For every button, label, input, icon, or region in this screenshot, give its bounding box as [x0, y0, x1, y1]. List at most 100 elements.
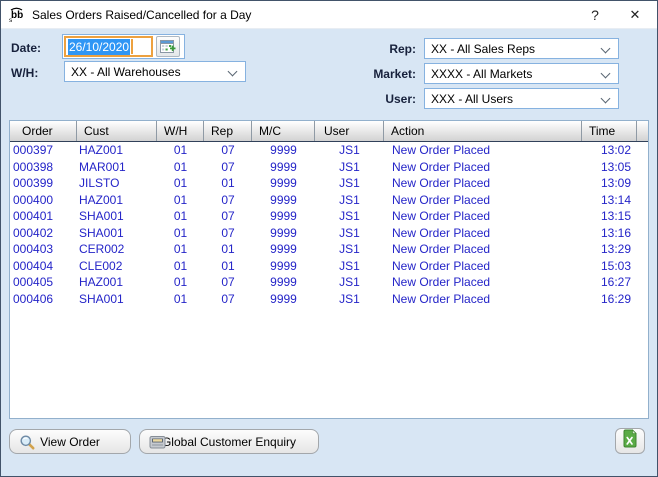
title-bar: bb s Sales Orders Raised/Cancelled for a…: [1, 1, 657, 29]
mc-cell: 9999: [252, 274, 315, 291]
date-field-wrap: 26/10/2020: [62, 34, 185, 59]
user-cell: JS1: [315, 258, 384, 275]
table-row[interactable]: 000405HAZ00101079999JS1New Order Placed1…: [10, 274, 648, 291]
wh-cell: 01: [157, 159, 204, 176]
table-row[interactable]: 000403CER00201019999JS1New Order Placed1…: [10, 241, 648, 258]
wh-cell: 01: [157, 192, 204, 209]
market-select[interactable]: XXXX - All Markets: [424, 63, 619, 84]
row-spacer: [637, 159, 648, 176]
rep-select[interactable]: XX - All Sales Reps: [424, 38, 619, 59]
warehouse-value: XX - All Warehouses: [71, 65, 181, 79]
column-header-mc[interactable]: M/C: [252, 121, 315, 141]
date-value: 26/10/2020: [68, 39, 130, 55]
close-button[interactable]: ✕: [615, 1, 655, 29]
action-cell: New Order Placed: [384, 258, 582, 275]
mc-cell: 9999: [252, 241, 315, 258]
order-cell: 000400: [10, 192, 77, 209]
wh-cell: 01: [157, 258, 204, 275]
order-cell: 000401: [10, 208, 77, 225]
cust-cell: JILSTO: [77, 175, 157, 192]
table-row[interactable]: 000398MAR00101079999JS1New Order Placed1…: [10, 159, 648, 176]
window-title: Sales Orders Raised/Cancelled for a Day: [32, 8, 251, 22]
wh-cell: 01: [157, 225, 204, 242]
column-header-rep[interactable]: Rep: [204, 121, 252, 141]
market-value: XXXX - All Markets: [431, 67, 532, 81]
date-input[interactable]: 26/10/2020: [64, 36, 153, 57]
row-spacer: [637, 175, 648, 192]
user-cell: JS1: [315, 241, 384, 258]
row-spacer: [637, 274, 648, 291]
view-order-label: View Order: [40, 435, 100, 449]
action-cell: New Order Placed: [384, 241, 582, 258]
rep-cell: 07: [204, 208, 252, 225]
chevron-down-icon: [601, 44, 611, 54]
text-caret: [131, 39, 133, 54]
view-order-button[interactable]: View Order: [9, 429, 131, 454]
time-cell: 13:15: [582, 208, 637, 225]
global-customer-enquiry-label: Global Customer Enquiry: [162, 435, 296, 449]
help-button[interactable]: ?: [575, 1, 615, 29]
order-cell: 000399: [10, 175, 77, 192]
row-spacer: [637, 241, 648, 258]
column-header-cust[interactable]: Cust: [77, 121, 157, 141]
column-header-action[interactable]: Action: [384, 121, 582, 141]
user-cell: JS1: [315, 192, 384, 209]
time-cell: 13:14: [582, 192, 637, 209]
rep-value: XX - All Sales Reps: [431, 42, 535, 56]
time-cell: 13:16: [582, 225, 637, 242]
rep-cell: 07: [204, 274, 252, 291]
time-cell: 15:03: [582, 258, 637, 275]
global-customer-enquiry-button[interactable]: Global Customer Enquiry: [139, 429, 319, 454]
order-cell: 000402: [10, 225, 77, 242]
table-row[interactable]: 000406SHA00101079999JS1New Order Placed1…: [10, 291, 648, 308]
cust-cell: HAZ001: [77, 274, 157, 291]
excel-file-icon: [621, 429, 639, 453]
table-row[interactable]: 000401SHA00101079999JS1New Order Placed1…: [10, 208, 648, 225]
mc-cell: 9999: [252, 192, 315, 209]
action-cell: New Order Placed: [384, 208, 582, 225]
table-row[interactable]: 000399JILSTO01019999JS1New Order Placed1…: [10, 175, 648, 192]
mc-cell: 9999: [252, 208, 315, 225]
orders-table: OrderCustW/HRepM/CUserActionTime 000397H…: [9, 120, 649, 419]
calendar-button[interactable]: [156, 36, 180, 57]
wh-cell: 01: [157, 241, 204, 258]
order-cell: 000406: [10, 291, 77, 308]
table-header: OrderCustW/HRepM/CUserActionTime: [10, 121, 648, 142]
action-cell: New Order Placed: [384, 225, 582, 242]
user-cell: JS1: [315, 208, 384, 225]
user-label: User:: [358, 92, 416, 106]
warehouse-select[interactable]: XX - All Warehouses: [64, 61, 246, 82]
rep-cell: 07: [204, 225, 252, 242]
table-row[interactable]: 000402SHA00101079999JS1New Order Placed1…: [10, 225, 648, 242]
column-header-time[interactable]: Time: [582, 121, 637, 141]
order-cell: 000403: [10, 241, 77, 258]
user-value: XXX - All Users: [431, 92, 513, 106]
row-spacer: [637, 225, 648, 242]
rep-cell: 07: [204, 159, 252, 176]
user-cell: JS1: [315, 159, 384, 176]
order-cell: 000405: [10, 274, 77, 291]
time-cell: 13:05: [582, 159, 637, 176]
user-select[interactable]: XXX - All Users: [424, 88, 619, 109]
action-cell: New Order Placed: [384, 175, 582, 192]
table-row[interactable]: 000404CLE00201019999JS1New Order Placed1…: [10, 258, 648, 275]
wh-cell: 01: [157, 142, 204, 159]
user-cell: JS1: [315, 225, 384, 242]
export-to-excel-button[interactable]: [615, 428, 645, 454]
rep-cell: 01: [204, 258, 252, 275]
mc-cell: 9999: [252, 225, 315, 242]
rep-label: Rep:: [358, 42, 416, 56]
chevron-down-icon: [601, 69, 611, 79]
column-header-user[interactable]: User: [315, 121, 384, 141]
time-cell: 16:27: [582, 274, 637, 291]
row-spacer: [637, 192, 648, 209]
table-row[interactable]: 000397HAZ00101079999JS1New Order Placed1…: [10, 142, 648, 159]
time-cell: 13:09: [582, 175, 637, 192]
mc-cell: 9999: [252, 142, 315, 159]
rep-cell: 01: [204, 241, 252, 258]
rep-cell: 07: [204, 192, 252, 209]
row-spacer: [637, 258, 648, 275]
column-header-order[interactable]: Order: [10, 121, 77, 141]
column-header-wh[interactable]: W/H: [157, 121, 204, 141]
table-row[interactable]: 000400HAZ00101079999JS1New Order Placed1…: [10, 192, 648, 209]
